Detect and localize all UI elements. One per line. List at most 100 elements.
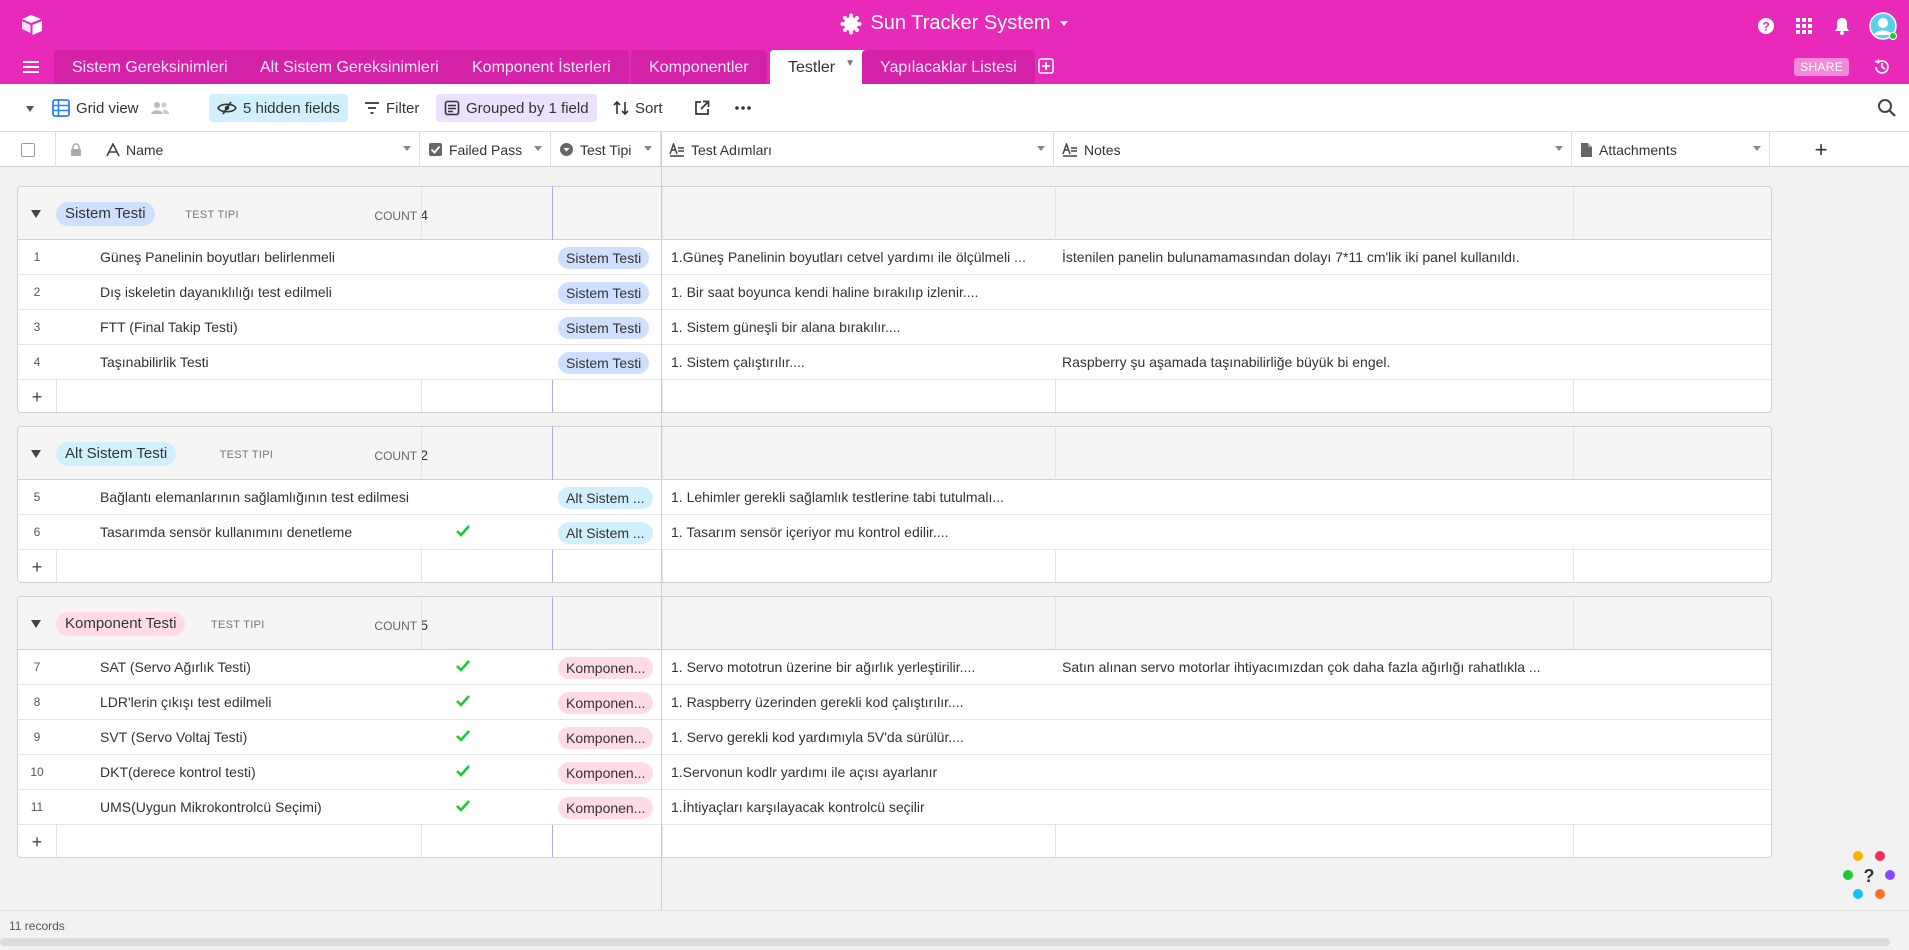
apps-grid-icon[interactable] — [1793, 15, 1815, 37]
group-header[interactable]: Sistem Testi TEST TIPI COUNT 4 — [18, 187, 1771, 240]
column-dropdown-icon[interactable] — [1555, 146, 1563, 152]
table-row[interactable]: 4 Taşınabilirlik Testi Sistem Testi 1. Sist… — [18, 345, 1771, 380]
cell-failed-pass[interactable] — [413, 275, 513, 310]
cell-failed-pass[interactable] — [413, 685, 513, 720]
sort-button[interactable]: Sort — [605, 94, 671, 122]
cell-test-adimlari[interactable]: 1. Sistem çalıştırılır.... — [671, 345, 1051, 380]
cell-test-adimlari[interactable]: 1.Servonun kodlr yardımı ile açısı ayarl… — [671, 755, 1051, 790]
select-all-checkbox[interactable] — [20, 142, 35, 157]
menu-icon[interactable] — [22, 59, 40, 75]
group-button[interactable]: Grouped by 1 field — [436, 94, 597, 122]
cell-notes[interactable] — [1062, 275, 1562, 310]
column-header-failed-pass[interactable]: Failed Pass — [420, 132, 551, 167]
group-header[interactable]: Alt Sistem Testi TEST TIPI COUNT 2 — [18, 427, 1771, 480]
cell-test-adimlari[interactable]: 1. Raspberry üzerinden gerekli kod çalış… — [671, 685, 1051, 720]
airtable-logo-icon[interactable] — [20, 13, 44, 37]
table-row[interactable]: 11 UMS(Uygun Mikrokontrolcü Seçimi) Kompon… — [18, 790, 1771, 825]
cell-failed-pass[interactable] — [413, 240, 513, 275]
cell-name[interactable]: Tasarımda sensör kullanımını denetleme — [100, 515, 430, 550]
cell-notes[interactable] — [1062, 720, 1562, 755]
column-dropdown-icon[interactable] — [644, 146, 652, 152]
collapse-group-icon[interactable] — [30, 449, 42, 459]
collapse-group-icon[interactable] — [30, 619, 42, 629]
table-row[interactable]: 2 Dış iskeletin dayanıklılığı test edilme… — [18, 275, 1771, 310]
cell-test-adimlari[interactable]: 1. Servo mototrun üzerine bir ağırlık ye… — [671, 650, 1051, 685]
cell-name[interactable]: LDR'lerin çıkışı test edilmeli — [100, 685, 430, 720]
column-header-test-tipi[interactable]: Test Tipi — [551, 132, 661, 167]
share-view-button[interactable] — [686, 94, 718, 122]
cell-failed-pass[interactable] — [413, 310, 513, 345]
cell-test-adimlari[interactable]: 1. Sistem güneşli bir alana bırakılır...… — [671, 310, 1051, 345]
cell-notes[interactable] — [1062, 755, 1562, 790]
cell-name[interactable]: UMS(Uygun Mikrokontrolcü Seçimi) — [100, 790, 430, 825]
cell-test-tipi[interactable]: Sistem Testi — [558, 240, 676, 275]
cell-test-adimlari[interactable]: 1. Tasarım sensör içeriyor mu kontrol ed… — [671, 515, 1051, 550]
bell-icon[interactable] — [1831, 15, 1853, 37]
cell-notes[interactable] — [1062, 310, 1562, 345]
cell-notes[interactable] — [1062, 515, 1562, 550]
column-dropdown-icon[interactable] — [534, 146, 542, 152]
cell-failed-pass[interactable] — [413, 755, 513, 790]
sidebar-toggle-icon[interactable] — [25, 105, 35, 113]
cell-test-tipi[interactable]: Komponen... — [558, 720, 676, 755]
help-widget-icon[interactable]: ? — [1843, 851, 1895, 903]
cell-test-adimlari[interactable]: 1. Bir saat boyunca kendi haline bırakıl… — [671, 275, 1051, 310]
tab-testler[interactable]: Testler ▼ — [770, 50, 874, 84]
cell-name[interactable]: FTT (Final Takip Testi) — [100, 310, 430, 345]
column-dropdown-icon[interactable] — [403, 146, 411, 152]
history-icon[interactable] — [1873, 58, 1891, 76]
help-icon[interactable]: ? — [1755, 15, 1777, 37]
cell-test-adimlari[interactable]: 1.İhtiyaçları karşılayacak kontrolcü seç… — [671, 790, 1051, 825]
base-name-button[interactable]: Sun Tracker System — [840, 12, 1068, 35]
table-row[interactable]: 7 SAT (Servo Ağırlık Testi) Komponen... 1. … — [18, 650, 1771, 685]
cell-test-tipi[interactable]: Komponen... — [558, 790, 676, 825]
column-header-attachments[interactable]: Attachments — [1572, 132, 1770, 167]
tab-caret-icon[interactable]: ▼ — [845, 58, 855, 69]
cell-notes[interactable] — [1062, 685, 1562, 720]
share-button[interactable]: SHARE — [1794, 58, 1849, 76]
tab-komponent-isterleri[interactable]: Komponent İsterleri — [454, 50, 629, 84]
table-row[interactable]: 3 FTT (Final Takip Testi) Sistem Testi 1. S… — [18, 310, 1771, 345]
column-dropdown-icon[interactable] — [1753, 146, 1761, 152]
cell-notes[interactable]: Raspberry şu aşamada taşınabilirliğe büy… — [1062, 345, 1562, 380]
cell-failed-pass[interactable] — [413, 720, 513, 755]
table-row[interactable]: 1 Güneş Panelinin boyutları belirlenmeli S… — [18, 240, 1771, 275]
table-row[interactable]: 10 DKT(derece kontrol testi) Komponen... 1.… — [18, 755, 1771, 790]
filter-button[interactable]: Filter — [356, 94, 427, 122]
tab-sistem-gereksinimleri[interactable]: Sistem Gereksinimleri — [54, 50, 246, 84]
hidden-fields-button[interactable]: 5 hidden fields — [209, 94, 348, 122]
collapse-group-icon[interactable] — [30, 209, 42, 219]
add-field-button[interactable]: + — [1781, 132, 1861, 167]
cell-test-tipi[interactable]: Komponen... — [558, 685, 676, 720]
cell-test-tipi[interactable]: Alt Sistem ... — [558, 480, 676, 515]
cell-test-adimlari[interactable]: 1. Servo gerekli kod yardımıyla 5V'da sü… — [671, 720, 1051, 755]
table-row[interactable]: 6 Tasarımda sensör kullanımını denetleme A… — [18, 515, 1771, 550]
column-header-notes[interactable]: Notes — [1054, 132, 1572, 167]
cell-failed-pass[interactable] — [413, 515, 513, 550]
tab-alt-sistem-gereksinimleri[interactable]: Alt Sistem Gereksinimleri — [242, 50, 457, 84]
cell-failed-pass[interactable] — [413, 480, 513, 515]
cell-test-adimlari[interactable]: 1.Güneş Panelinin boyutları cetvel yardı… — [671, 240, 1051, 275]
tab-komponentler[interactable]: Komponentler — [631, 50, 767, 84]
cell-test-tipi[interactable]: Komponen... — [558, 755, 676, 790]
cell-notes[interactable]: Satın alınan servo motorlar ihtiyacımızd… — [1062, 650, 1562, 685]
table-row[interactable]: 5 Bağlantı elemanlarının sağlamlığının te… — [18, 480, 1771, 515]
cell-test-tipi[interactable]: Alt Sistem ... — [558, 515, 676, 550]
add-record-button[interactable]: + — [18, 825, 56, 857]
table-row[interactable]: 9 SVT (Servo Voltaj Testi) Komponen... 1. S… — [18, 720, 1771, 755]
tab-yapilacaklar-listesi[interactable]: Yapılacaklar Listesi — [862, 50, 1035, 84]
cell-notes[interactable] — [1062, 790, 1562, 825]
column-dropdown-icon[interactable] — [1037, 146, 1045, 152]
view-switcher[interactable]: Grid view — [44, 94, 177, 122]
cell-failed-pass[interactable] — [413, 650, 513, 685]
add-record-button[interactable]: + — [18, 550, 56, 582]
table-row[interactable]: 8 LDR'lerin çıkışı test edilmeli Komponen.… — [18, 685, 1771, 720]
more-options-button[interactable] — [726, 94, 760, 122]
horizontal-scrollbar[interactable] — [0, 938, 1890, 946]
cell-test-tipi[interactable]: Sistem Testi — [558, 345, 676, 380]
cell-notes[interactable] — [1062, 480, 1562, 515]
user-avatar-icon[interactable] — [1869, 12, 1897, 40]
search-icon[interactable] — [1877, 98, 1897, 118]
cell-name[interactable]: Dış iskeletin dayanıklılığı test edilmel… — [100, 275, 430, 310]
group-header[interactable]: Komponent Testi TEST TIPI COUNT 5 — [18, 597, 1771, 650]
